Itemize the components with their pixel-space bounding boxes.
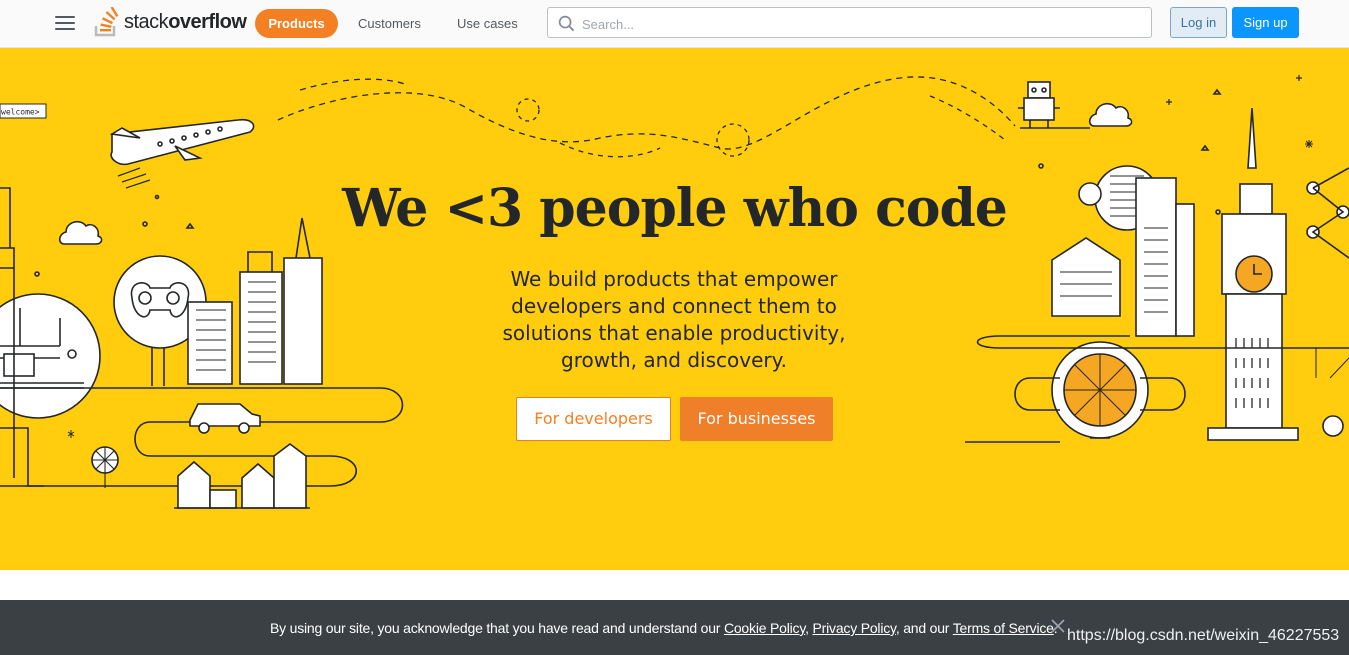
car-icon	[189, 403, 261, 434]
stackoverflow-logo-icon	[94, 7, 119, 37]
login-button[interactable]: Log in	[1170, 7, 1227, 38]
ferris-wheel-icon	[1051, 341, 1149, 439]
cloud-icon	[1088, 102, 1133, 127]
nav-use-cases[interactable]: Use cases	[457, 16, 518, 31]
svg-text:welcome>: welcome>	[1, 108, 40, 117]
hero-section: welcome> We <3 people who code We build …	[0, 48, 1349, 570]
for-businesses-button[interactable]: For businesses	[680, 397, 833, 441]
top-bar: stackoverflow Products Customers Use cas…	[0, 0, 1349, 48]
for-developers-button[interactable]: For developers	[516, 397, 671, 441]
cookie-notice-text: By using our site, you acknowledge that …	[270, 620, 1058, 636]
search-box[interactable]	[547, 7, 1152, 38]
hero-title: We <3 people who code	[342, 178, 1008, 239]
hero-subtitle: We build products that empower developer…	[502, 267, 846, 372]
privacy-policy-link[interactable]: Privacy Policy	[813, 620, 896, 636]
terms-of-service-link[interactable]: Terms of Service	[953, 620, 1054, 636]
close-icon[interactable]	[1050, 618, 1066, 634]
welcome-sign-icon: welcome>	[0, 103, 47, 119]
search-input[interactable]	[580, 13, 1144, 35]
logo[interactable]: stackoverflow	[94, 6, 247, 38]
search-icon	[558, 15, 575, 32]
menu-icon[interactable]	[55, 16, 75, 31]
cookie-policy-link[interactable]: Cookie Policy	[724, 620, 805, 636]
robot-icon	[1018, 81, 1090, 129]
watermark-url: https://blog.csdn.net/weixin_46227553	[1067, 627, 1340, 644]
clock-tower-icon	[1207, 107, 1299, 441]
nav-products[interactable]: Products	[255, 9, 338, 38]
logo-text: stackoverflow	[124, 10, 247, 33]
house-icon	[174, 443, 310, 509]
nav-customers[interactable]: Customers	[358, 16, 421, 31]
signup-button[interactable]: Sign up	[1232, 7, 1299, 38]
